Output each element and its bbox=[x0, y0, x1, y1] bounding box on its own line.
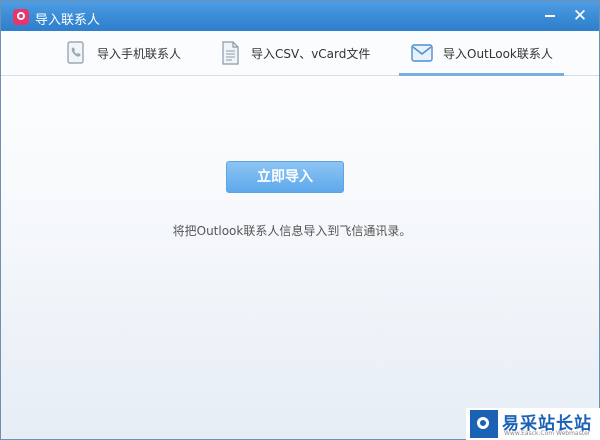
selected-tab-indicator bbox=[399, 73, 564, 76]
tab-label: 导入OutLook联系人 bbox=[443, 47, 553, 61]
minimize-icon bbox=[545, 15, 555, 17]
phone-icon bbox=[67, 41, 84, 64]
import-contacts-dialog: 导入联系人 ✕ 导入手机联系人 导入CSV、vCard文件 导入OutLook联… bbox=[0, 0, 600, 440]
tab-label: 导入手机联系人 bbox=[97, 47, 182, 61]
document-icon bbox=[222, 41, 239, 65]
import-now-button[interactable]: 立即导入 bbox=[226, 161, 344, 193]
site-watermark: 易采站长站 Www.Easck.Com Webmaster bbox=[466, 408, 600, 440]
tab-import-csv-vcard[interactable]: 导入CSV、vCard文件 bbox=[219, 31, 379, 75]
tab-bar: 导入手机联系人 导入CSV、vCard文件 导入OutLook联系人 bbox=[1, 31, 599, 76]
mail-icon bbox=[411, 44, 433, 62]
import-description: 将把Outlook联系人信息导入到飞信通讯录。 bbox=[172, 224, 412, 238]
fetion-app-icon bbox=[13, 9, 29, 25]
title-bar[interactable]: 导入联系人 ✕ bbox=[1, 1, 599, 31]
minimize-button[interactable] bbox=[537, 5, 563, 27]
tab-import-outlook-contacts[interactable]: 导入OutLook联系人 bbox=[399, 31, 564, 76]
watermark-subtext: Www.Easck.Com Webmaster bbox=[504, 430, 591, 437]
tab-label: 导入CSV、vCard文件 bbox=[251, 47, 371, 61]
close-button[interactable]: ✕ bbox=[567, 5, 593, 27]
watermark-logo-icon bbox=[470, 410, 498, 438]
window-title: 导入联系人 bbox=[35, 13, 101, 28]
tab-import-phone-contacts[interactable]: 导入手机联系人 bbox=[65, 31, 195, 75]
